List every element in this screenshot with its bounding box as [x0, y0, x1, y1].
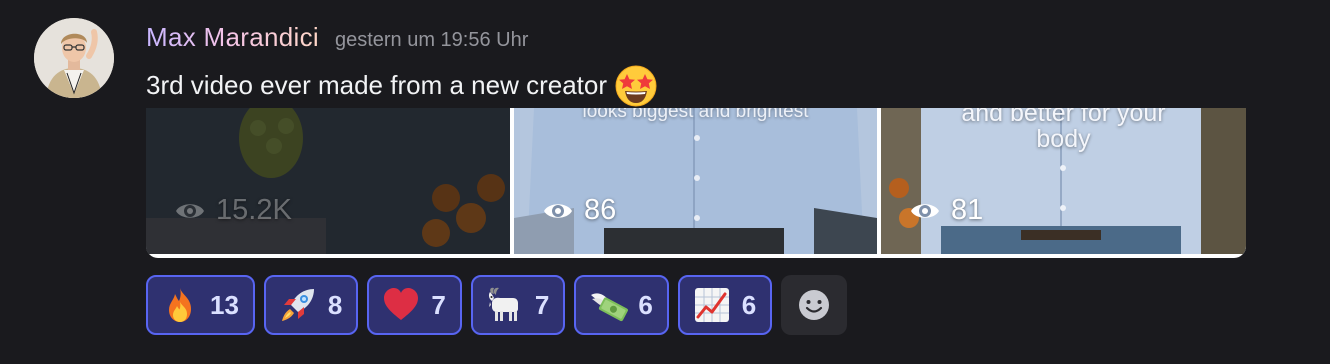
message-content: 3rd video ever made from a new creator [146, 62, 659, 108]
reaction-goat[interactable]: 7 [470, 275, 566, 335]
video-caption: and better for your body [961, 108, 1166, 154]
message-text: 3rd video ever made from a new creator [146, 69, 607, 100]
goat-icon [485, 285, 525, 325]
view-count: 86 [542, 194, 616, 227]
username[interactable]: Max Marandici [146, 22, 319, 53]
rocket-icon [278, 285, 318, 325]
video-thumbnail[interactable]: 15.2K [146, 108, 510, 254]
video-embed-strip: 15.2K looks biggest and brightest 86 and… [146, 108, 1246, 258]
money-with-wings-icon [588, 285, 629, 325]
timestamp: gestern um 19:56 Uhr [334, 29, 529, 51]
eye-icon [542, 199, 574, 223]
reaction-count: 13 [210, 289, 239, 320]
view-count-value: 81 [951, 194, 984, 226]
video-dim-overlay [146, 108, 510, 254]
reaction-heart[interactable]: 7 [367, 275, 462, 335]
smiley-icon [799, 290, 830, 320]
reaction-count: 7 [534, 289, 550, 320]
message-header: Max Marandici gestern um 19:56 Uhr [146, 22, 528, 53]
reaction-count: 8 [327, 289, 343, 320]
chat-message: Max Marandici gestern um 19:56 Uhr 3rd v… [0, 0, 1330, 364]
reaction-fire[interactable]: 13 [146, 275, 255, 335]
reaction-count: 6 [638, 289, 653, 320]
video-thumbnail[interactable]: looks biggest and brightest 86 [514, 108, 877, 254]
avatar[interactable] [34, 18, 114, 98]
view-count: 81 [909, 194, 983, 227]
red-heart-icon [381, 285, 421, 325]
reaction-chart-increasing[interactable]: 6 [677, 275, 773, 335]
eye-icon [174, 199, 206, 223]
star-struck-emoji-icon [613, 62, 659, 108]
reaction-money-with-wings[interactable]: 6 [574, 275, 669, 335]
reaction-count: 7 [431, 289, 446, 320]
video-caption: looks biggest and brightest [582, 108, 809, 122]
reaction-count: 6 [741, 289, 757, 320]
view-count: 15.2K [174, 194, 292, 227]
fire-icon [160, 285, 200, 325]
add-reaction-button[interactable] [781, 275, 848, 335]
reaction-rocket[interactable]: 8 [263, 275, 359, 335]
view-count-value: 15.2K [216, 194, 292, 226]
chart-increasing-icon [692, 285, 732, 325]
video-thumbnail[interactable]: and better for your body 81 [881, 108, 1246, 254]
reaction-bar: 13 8 7 7 6 6 [146, 275, 848, 335]
view-count-value: 86 [584, 194, 617, 226]
eye-icon [909, 199, 941, 223]
